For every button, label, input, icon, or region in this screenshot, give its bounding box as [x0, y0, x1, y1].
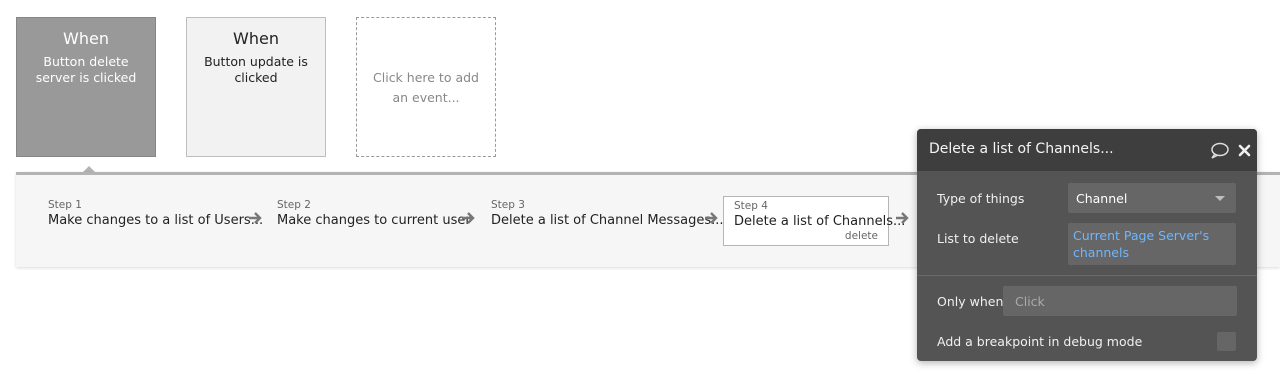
divider: [917, 275, 1257, 276]
delete-step-link[interactable]: delete: [845, 230, 878, 242]
event-card-delete-server[interactable]: When Button delete server is clicked: [16, 17, 156, 157]
list-to-delete-label: List to delete: [937, 231, 1019, 246]
type-of-things-value: Channel: [1076, 191, 1128, 206]
arrow-right-icon: [462, 212, 475, 224]
list-to-delete-expression[interactable]: Current Page Server's channels: [1068, 223, 1236, 265]
close-icon[interactable]: [1238, 144, 1251, 157]
step-1[interactable]: Step 1 Make changes to a list of Users..…: [48, 199, 263, 229]
step-3[interactable]: Step 3 Delete a list of Channel Messages…: [491, 199, 723, 229]
panel-title: Delete a list of Channels...: [929, 141, 1114, 157]
only-when-label: Only when: [937, 294, 1004, 309]
step-number: Step 1: [48, 199, 82, 211]
chevron-down-icon: [1215, 196, 1225, 201]
comment-icon[interactable]: [1210, 142, 1229, 159]
only-when-input[interactable]: [1003, 286, 1237, 316]
add-event-label: Click here to add an event...: [373, 70, 479, 105]
arrow-right-icon: [896, 212, 909, 224]
add-event-button[interactable]: Click here to add an event...: [356, 17, 496, 157]
step-2[interactable]: Step 2 Make changes to current user: [277, 199, 471, 229]
event-title: When: [233, 29, 279, 48]
event-description: Button delete server is clicked: [35, 54, 137, 85]
arrow-right-icon: [705, 212, 718, 224]
step-number: Step 4: [734, 200, 768, 212]
step-name: Make changes to a list of Users...: [48, 213, 264, 228]
step-number: Step 2: [277, 199, 311, 211]
step-4[interactable]: Step 4 Delete a list of Channels... dele…: [723, 196, 906, 246]
type-of-things-dropdown[interactable]: Channel: [1068, 183, 1236, 213]
step-name: Delete a list of Channels...: [734, 214, 906, 229]
event-title: When: [63, 29, 109, 48]
breakpoint-checkbox[interactable]: [1217, 332, 1236, 351]
event-card-update[interactable]: When Button update is clicked: [186, 17, 326, 157]
step-number: Step 3: [491, 199, 525, 211]
step-name: Delete a list of Channel Messages...: [491, 213, 724, 228]
step-name: Make changes to current user: [277, 213, 471, 228]
breakpoint-label: Add a breakpoint in debug mode: [937, 334, 1143, 349]
panel-header: Delete a list of Channels...: [917, 129, 1257, 171]
arrow-right-icon: [249, 212, 262, 224]
action-properties-panel: Delete a list of Channels... Type of thi…: [917, 129, 1257, 361]
event-description: Button update is clicked: [204, 54, 308, 85]
type-of-things-label: Type of things: [937, 191, 1025, 206]
